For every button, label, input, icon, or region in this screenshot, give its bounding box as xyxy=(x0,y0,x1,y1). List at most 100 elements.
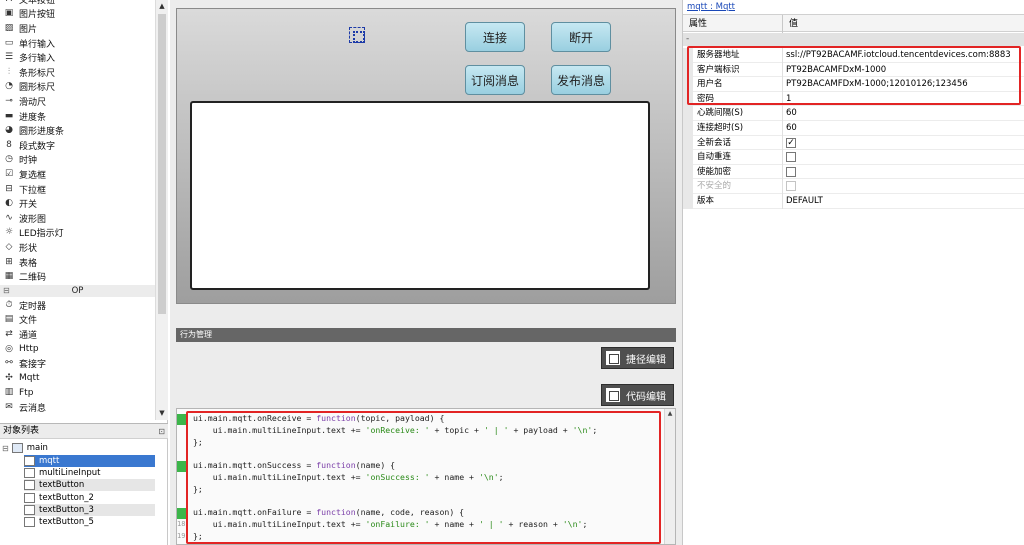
left-panel: A 文本按钮 ▣ 图片按钮 ▨ 图片 ▭ 单行输入 ☰ 多行输入 ⫶ 条形标尺 ◔ 圆形标尺 ⊸ 滑动尺 ▬ 进度… xyxy=(0,0,168,545)
toolbox-item-label: 多行输入 xyxy=(19,54,56,65)
toolbox-item[interactable]: ⊸ 滑动尺 xyxy=(0,94,155,109)
property-value[interactable]: PT92BACAMFDxM-1000 xyxy=(786,63,886,77)
component-icon xyxy=(24,492,35,503)
object-type-link[interactable]: mqtt : Mqtt xyxy=(687,2,735,12)
mqtt-component-icon[interactable] xyxy=(349,27,365,43)
toolbox-item[interactable]: ▬ 进度条 xyxy=(0,109,155,124)
tree-item-textButton_3[interactable]: textButton_3 xyxy=(24,503,155,516)
property-name: 使能加密 xyxy=(697,166,732,177)
design-canvas[interactable]: 连接 断开 订阅消息 发布消息 xyxy=(176,8,676,304)
dropdown-icon: ⊟ xyxy=(5,183,13,194)
toolbox-item[interactable]: ▦ 二维码 xyxy=(0,269,155,284)
code-line: ui.main.multiLineInput.text += 'onFailur… xyxy=(193,519,588,529)
cloud-message-icon: ✉ xyxy=(5,401,13,412)
property-value[interactable]: 1 xyxy=(786,92,791,106)
property-value[interactable]: 60 xyxy=(786,106,797,120)
toolbox-item[interactable]: 8 段式数字 xyxy=(0,138,155,153)
publish-button[interactable]: 发布消息 xyxy=(551,65,611,95)
property-row[interactable]: 全新会话 ✓ xyxy=(683,135,1024,151)
toolbox-item[interactable]: ⚯ 套接字 xyxy=(0,356,155,371)
property-row[interactable]: 版本 DEFAULT xyxy=(683,194,1024,209)
toolbox-item[interactable]: ☼ LED指示灯 xyxy=(0,226,155,241)
toolbox-item[interactable]: ☑ 复选框 xyxy=(0,167,155,182)
tree-root-main[interactable]: ⊟ main xyxy=(2,442,152,454)
toolbox-item[interactable]: ✉ 云消息 xyxy=(0,400,155,415)
breakpoint-marker[interactable] xyxy=(177,461,188,472)
property-row[interactable]: 自动重连 xyxy=(683,150,1024,165)
tree-item-textButton_2[interactable]: textButton_2 xyxy=(24,492,155,504)
scroll-up-icon[interactable]: ▲ xyxy=(665,409,675,419)
connect-button[interactable]: 连接 xyxy=(465,22,525,52)
tree-item-textButton[interactable]: textButton xyxy=(24,479,155,492)
property-row[interactable]: 密码 1 xyxy=(683,91,1024,107)
toolbox-item[interactable]: ◷ 时钟 xyxy=(0,153,155,168)
column-divider xyxy=(782,62,783,78)
toolbox-item[interactable]: ▥ Ftp xyxy=(0,386,155,401)
multi-line-input-icon: ☰ xyxy=(4,52,14,63)
toolbox-item[interactable]: ◐ 开关 xyxy=(0,196,155,211)
scroll-up-icon[interactable]: ▲ xyxy=(156,0,168,12)
breakpoint-marker[interactable] xyxy=(177,414,188,425)
multi-line-input[interactable] xyxy=(190,101,650,290)
toolbox-item[interactable]: ◔ 圆形标尺 xyxy=(0,80,155,95)
toolbox-item[interactable]: ⫶ 条形标尺 xyxy=(0,65,155,80)
property-row[interactable]: 客户端标识 PT92BACAMFDxM-1000 xyxy=(683,62,1024,78)
toolbox-item[interactable]: ▨ 图片 xyxy=(0,21,155,36)
segment-digit-icon: 8 xyxy=(6,139,12,150)
property-value[interactable]: 60 xyxy=(786,121,797,135)
toolbox-item[interactable]: ▤ 文件 xyxy=(0,313,155,328)
expand-icon[interactable]: ⊟ xyxy=(2,444,9,453)
property-value[interactable]: PT92BACAMFDxM-1000;12010126;123456 xyxy=(786,77,968,91)
toolbox-item[interactable]: ⏱ 定时器 xyxy=(0,298,155,313)
category-op[interactable]: ⊟ OP xyxy=(0,285,155,297)
toolbox-item-label: 套接字 xyxy=(19,360,47,371)
property-row[interactable]: 服务器地址 ssl://PT92BACAMF.iotcloud.tencentde… xyxy=(683,48,1024,63)
toolbox-item[interactable]: ⊞ 表格 xyxy=(0,255,155,270)
collapse-icon[interactable]: ⊟ xyxy=(3,285,10,297)
toolbox-scrollbar[interactable]: ▲ ▼ xyxy=(155,0,168,420)
pin-icon[interactable]: ⊡ xyxy=(158,424,165,439)
code-edit-button[interactable]: 代码编辑 xyxy=(601,384,674,406)
toolbox-item[interactable]: ✣ Mqtt xyxy=(0,371,155,386)
toolbox-item[interactable]: ▣ 图片按钮 xyxy=(0,7,155,22)
code-scrollbar[interactable]: ▲ xyxy=(664,409,675,544)
toolbox-item[interactable]: ◕ 圆形进度条 xyxy=(0,123,155,138)
tree-label: textButton_3 xyxy=(39,504,94,515)
toolbox-item[interactable]: A 文本按钮 xyxy=(0,0,155,7)
subscribe-button[interactable]: 订阅消息 xyxy=(465,65,525,95)
column-divider xyxy=(782,179,783,194)
column-divider xyxy=(782,135,783,151)
property-group[interactable]: - xyxy=(683,33,1024,46)
tree-label: textButton_2 xyxy=(39,492,94,503)
toolbox-item[interactable]: ◎ Http xyxy=(0,342,155,357)
toolbox-item[interactable]: ⇄ 通道 xyxy=(0,327,155,342)
property-row[interactable]: 心跳间隔(S) 60 xyxy=(683,106,1024,121)
property-value[interactable]: DEFAULT xyxy=(786,194,823,208)
toolbox-item[interactable]: ▭ 单行输入 xyxy=(0,36,155,51)
tree-item-textButton_5[interactable]: textButton_5 xyxy=(24,516,155,528)
toolbox-item[interactable]: ☰ 多行输入 xyxy=(0,50,155,65)
toolbox-item[interactable]: ∿ 波形图 xyxy=(0,211,155,226)
disconnect-button[interactable]: 断开 xyxy=(551,22,611,52)
property-row[interactable]: 连接超时(S) 60 xyxy=(683,121,1024,136)
clock-icon: ◷ xyxy=(5,154,13,165)
scrollbar-thumb[interactable] xyxy=(158,14,166,314)
breakpoint-marker[interactable] xyxy=(177,508,188,519)
property-value[interactable]: ssl://PT92BACAMF.iotcloud.tencentdevices… xyxy=(786,48,1011,62)
row-margin xyxy=(683,62,693,78)
property-name: 不安全的 xyxy=(697,181,732,192)
property-row[interactable]: 不安全的 xyxy=(683,179,1024,194)
toolbox-item[interactable]: ◇ 形状 xyxy=(0,240,155,255)
tree-item-multiLineInput[interactable]: multiLineInput xyxy=(24,467,155,479)
scroll-down-icon[interactable]: ▼ xyxy=(156,407,168,419)
property-checkbox[interactable] xyxy=(786,152,796,163)
code-editor[interactable]: ▲ ui.main.mqtt.onReceive = function(topi… xyxy=(176,408,676,545)
toolbox-item-label: 圆形进度条 xyxy=(19,127,65,138)
property-row[interactable]: 使能加密 xyxy=(683,164,1024,180)
property-row[interactable]: 用户名 PT92BACAMFDxM-1000;12010126;123456 xyxy=(683,77,1024,92)
shortcut-edit-button[interactable]: 捷径编辑 xyxy=(601,347,674,369)
toolbox-item[interactable]: ⊟ 下拉框 xyxy=(0,182,155,197)
tree-item-mqtt[interactable]: mqtt xyxy=(24,455,155,467)
property-checkbox[interactable]: ✓ xyxy=(786,137,796,148)
property-checkbox[interactable] xyxy=(786,166,796,177)
